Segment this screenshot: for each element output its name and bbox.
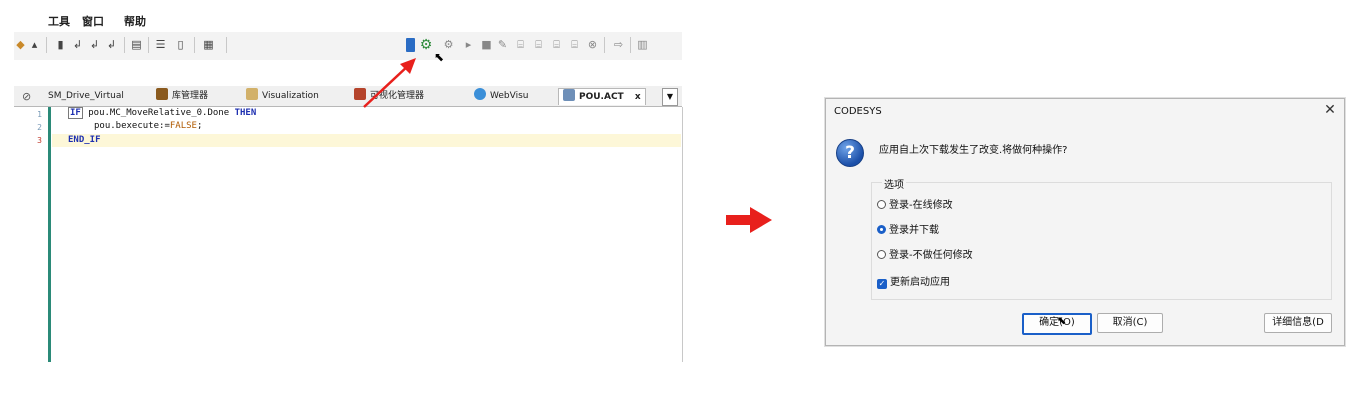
window-icon[interactable]: ▤ xyxy=(130,38,143,51)
stop-icon[interactable]: ■ xyxy=(480,38,493,51)
tab-visualization[interactable]: Visualization xyxy=(246,88,319,104)
annotation-arrow-icon xyxy=(363,58,416,108)
close-icon[interactable]: ✕ xyxy=(1322,102,1338,118)
list-icon[interactable]: ☰ xyxy=(154,38,167,51)
step-over-icon[interactable]: ⌸ xyxy=(514,38,527,51)
keyword: END_IF xyxy=(68,135,101,145)
current-line-highlight xyxy=(52,134,681,147)
dialog-message: 应用自上次下载发生了改变.将做何种操作? xyxy=(879,145,1068,156)
library-icon xyxy=(156,88,168,100)
page-icon[interactable]: ▯ xyxy=(174,38,187,51)
option-login-and-download[interactable]: 登录并下载 xyxy=(877,221,939,236)
options-group: 选项 登录-在线修改 登录并下载 登录-不做任何修改 ✓ 更新启动应用 xyxy=(871,176,1332,300)
change-marker-bar xyxy=(48,107,51,362)
code-line-2: pou.bexecute:=FALSE; xyxy=(94,121,202,131)
bookmark-next-icon[interactable]: ↲ xyxy=(71,38,84,51)
codesys-dialog: CODESYS ✕ ? 应用自上次下载发生了改变.将做何种操作? 选项 登录-在… xyxy=(825,98,1345,346)
run-icon[interactable]: ▸ xyxy=(462,38,475,51)
menu-help[interactable]: 帮助 xyxy=(124,13,146,29)
login-icon[interactable]: ⚙ xyxy=(418,37,434,53)
build-all-icon[interactable]: ▴ xyxy=(28,38,41,51)
cancel-button[interactable]: 取消(C) xyxy=(1097,313,1163,333)
option-label: 登录-不做任何修改 xyxy=(889,250,973,261)
update-boot-application-checkbox[interactable]: ✓ 更新启动应用 xyxy=(877,273,950,289)
webvisu-icon xyxy=(474,88,486,100)
dialog-title: CODESYS xyxy=(834,106,882,117)
reset-icon[interactable]: ✎ xyxy=(496,38,509,51)
editor-tab-bar: ⊘ SM_Drive_Virtual 库管理器 Visualization 可视化… xyxy=(14,86,682,107)
menu-window[interactable]: 窗口 xyxy=(82,13,104,29)
bookmark-clear-icon[interactable]: ↲ xyxy=(105,38,118,51)
breakpoint-icon[interactable]: ⊗ xyxy=(586,38,599,51)
radio-button-selected[interactable] xyxy=(877,225,886,234)
line-number: 3 xyxy=(37,136,42,145)
code-value: FALSE xyxy=(169,121,197,131)
mouse-cursor-icon: ⬉ xyxy=(1057,314,1067,327)
keyword: IF xyxy=(68,107,83,119)
radio-button[interactable] xyxy=(877,200,886,209)
write-values-icon[interactable]: ⇨ xyxy=(612,38,625,51)
code-line-1: IF pou.MC_MoveRelative_0.Done THEN xyxy=(68,107,257,119)
mouse-cursor-icon: ⬉ xyxy=(434,50,445,64)
code-text: pou.bexecute:= xyxy=(94,121,170,131)
visualization-icon xyxy=(246,88,258,100)
code-text: ; xyxy=(196,121,203,131)
bookmark-icon[interactable]: ▮ xyxy=(54,38,67,51)
calendar-icon[interactable]: ▦ xyxy=(202,38,215,51)
checkbox-checked-icon[interactable]: ✓ xyxy=(877,279,887,289)
run-to-cursor-icon[interactable]: ⌸ xyxy=(568,38,581,51)
bookmark-prev-icon[interactable]: ↲ xyxy=(88,38,101,51)
details-button[interactable]: 详细信息(D xyxy=(1264,313,1332,333)
dialog-body: ? 应用自上次下载发生了改变.将做何种操作? 选项 登录-在线修改 登录并下载 … xyxy=(826,125,1344,345)
code-line-3: END_IF xyxy=(68,135,101,145)
logout-icon[interactable]: ⚙ xyxy=(442,38,455,51)
ide-window: 工具 窗口 帮助 ◆ ▴ ▮ ↲ ↲ ↲ ▤ ☰ ▯ ▦ ⚙ ⬉ ⚙ ▸ ■ ✎… xyxy=(14,10,683,362)
build-icon[interactable]: ◆ xyxy=(14,38,27,51)
menu-bar: 工具 窗口 帮助 xyxy=(28,10,668,30)
tab-list-dropdown-icon[interactable]: ▼ xyxy=(662,88,678,106)
line-number: 2 xyxy=(37,123,42,132)
menu-tools[interactable]: 工具 xyxy=(48,13,70,29)
tab-webvisu[interactable]: WebVisu xyxy=(474,88,528,104)
option-login-no-change[interactable]: 登录-不做任何修改 xyxy=(877,246,973,261)
option-label: 登录并下载 xyxy=(889,225,939,236)
radio-button[interactable] xyxy=(877,250,886,259)
tab-label: 库管理器 xyxy=(172,91,209,101)
tab-label: WebVisu xyxy=(490,91,529,101)
toolbar: ◆ ▴ ▮ ↲ ↲ ↲ ▤ ☰ ▯ ▦ ⚙ ⬉ ⚙ ▸ ■ ✎ ⌸ ⌸ ⌸ ⌸ … xyxy=(14,32,682,64)
keyword: THEN xyxy=(234,108,257,118)
line-gutter: 1 2 3 xyxy=(14,107,50,362)
option-label: 登录-在线修改 xyxy=(889,200,953,211)
device-dropdown-button[interactable] xyxy=(406,38,415,52)
tab-label: SM_Drive_Virtual xyxy=(48,91,124,101)
action-icon xyxy=(563,89,575,101)
tab-pou-act[interactable]: POU.ACT x xyxy=(558,88,646,105)
transition-arrow-icon xyxy=(726,207,772,233)
tab-library-manager[interactable]: 库管理器 xyxy=(156,88,208,104)
code-editor[interactable]: 1 2 3 IF pou.MC_MoveRelative_0.Done THEN… xyxy=(14,107,683,362)
tab-label: Visualization xyxy=(262,91,319,101)
options-group-label: 选项 xyxy=(882,176,906,191)
force-values-icon[interactable]: ▥ xyxy=(636,38,649,51)
option-login-online-change[interactable]: 登录-在线修改 xyxy=(877,196,953,211)
tab-sm-drive-virtual[interactable]: ⊘ SM_Drive_Virtual xyxy=(22,88,124,104)
step-out-icon[interactable]: ⌸ xyxy=(550,38,563,51)
step-into-icon[interactable]: ⌸ xyxy=(532,38,545,51)
checkbox-label: 更新启动应用 xyxy=(890,277,950,288)
line-number: 1 xyxy=(37,110,42,119)
question-icon: ? xyxy=(836,139,864,167)
link-icon: ⊘ xyxy=(22,90,32,103)
code-text: pou.MC_MoveRelative_0.Done xyxy=(82,108,235,118)
tab-label: POU.ACT xyxy=(579,92,624,102)
close-tab-icon[interactable]: x xyxy=(635,92,641,102)
